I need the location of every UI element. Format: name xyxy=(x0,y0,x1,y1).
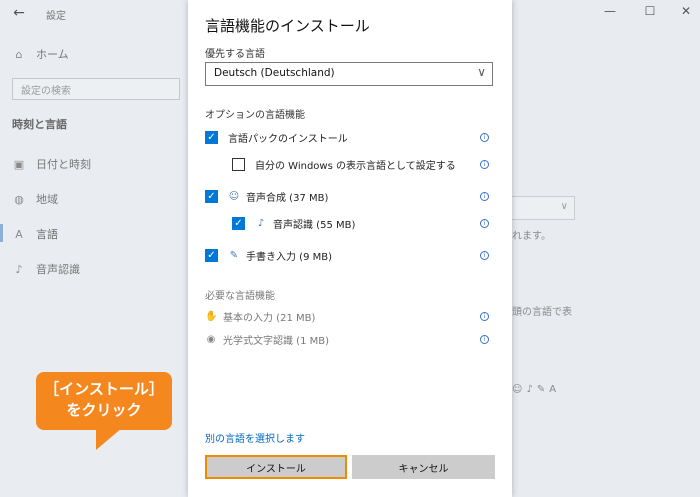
font-icon: A xyxy=(549,384,561,395)
required-label: 光学式文字認識 (1 MB) xyxy=(223,336,330,347)
search-placeholder: 設定の検索 xyxy=(21,86,71,97)
install-button[interactable]: インストール xyxy=(205,455,347,479)
sidebar-item-date-time[interactable]: ▣ 日付と時刻 xyxy=(12,156,91,172)
sidebar-item-label: 言語 xyxy=(36,228,58,241)
option-text-to-speech[interactable]: ✓ ☺ 音声合成 (37 MB) xyxy=(205,189,328,204)
microphone-icon: ♪ xyxy=(257,218,265,229)
checkbox-checked[interactable]: ✓ xyxy=(205,190,218,203)
info-icon[interactable]: i xyxy=(480,160,489,169)
active-indicator xyxy=(0,224,3,242)
option-label: 自分の Windows の表示言語として設定する xyxy=(255,161,456,172)
sidebar-item-region[interactable]: ◍ 地域 xyxy=(12,191,58,207)
sidebar-item-label: 音声認識 xyxy=(36,263,80,276)
option-speech-recognition[interactable]: ✓ ♪ 音声認識 (55 MB) xyxy=(232,216,355,231)
info-icon[interactable]: i xyxy=(480,133,489,142)
handwriting-icon: ✎ xyxy=(536,384,550,395)
background-dropdown[interactable]: ∨ xyxy=(512,196,575,220)
back-arrow-icon[interactable]: ← xyxy=(10,4,28,22)
sidebar-item-label: 日付と時刻 xyxy=(36,158,91,171)
chevron-down-icon: ∨ xyxy=(477,65,486,79)
option-handwriting[interactable]: ✓ ✎ 手書き入力 (9 MB) xyxy=(205,248,332,263)
handwriting-icon: ✎ xyxy=(229,250,239,261)
required-basic-typing: ✋ 基本の入力 (21 MB) xyxy=(205,309,315,324)
calendar-clock-icon: ▣ xyxy=(13,157,25,171)
background-text: 頭の言語で表 xyxy=(512,307,572,318)
sidebar-item-home[interactable]: ⌂ ホーム xyxy=(12,46,69,62)
settings-search-input[interactable]: 設定の検索 xyxy=(12,78,180,100)
required-label: 基本の入力 (21 MB) xyxy=(223,313,316,324)
sidebar-item-language[interactable]: A 言語 xyxy=(12,226,58,242)
checkbox-checked[interactable]: ✓ xyxy=(205,249,218,262)
choose-other-language-link[interactable]: 別の言語を選択します xyxy=(205,430,305,445)
maximize-icon[interactable]: ☐ xyxy=(642,4,658,18)
language-icon: A xyxy=(15,227,23,241)
speech-icon: ☺ xyxy=(228,191,240,202)
info-icon[interactable]: i xyxy=(480,335,489,344)
section-heading: 時刻と言語 xyxy=(12,118,67,131)
option-label: 手書き入力 (9 MB) xyxy=(246,252,333,263)
option-set-display-language[interactable]: 自分の Windows の表示言語として設定する xyxy=(232,157,456,172)
chevron-down-icon: ∨ xyxy=(560,201,568,212)
checkbox-checked[interactable]: ✓ xyxy=(205,131,218,144)
cancel-button[interactable]: キャンセル xyxy=(352,455,495,479)
optional-features-label: オプションの言語機能 xyxy=(205,110,305,121)
selected-language: Deutsch (Deutschland) xyxy=(214,67,335,79)
instruction-callout: ［インストール］ をクリック xyxy=(36,372,172,430)
info-icon[interactable]: i xyxy=(480,219,489,228)
option-label: 言語パックのインストール xyxy=(228,134,348,145)
required-ocr: ◉ 光学式文字認識 (1 MB) xyxy=(205,332,329,347)
option-label: 音声合成 (37 MB) xyxy=(246,193,329,204)
settings-content-area: — ☐ ✕ xyxy=(512,0,700,497)
feature-icons: ☺♪✎A xyxy=(512,384,560,395)
sidebar-item-label: ホーム xyxy=(36,48,69,61)
close-icon[interactable]: ✕ xyxy=(678,4,694,18)
option-language-pack[interactable]: ✓ 言語パックのインストール xyxy=(205,130,348,145)
info-icon[interactable]: i xyxy=(480,251,489,260)
checkbox-unchecked[interactable] xyxy=(232,158,245,171)
required-features-label: 必要な言語機能 xyxy=(205,291,275,302)
preferred-language-select[interactable]: Deutsch (Deutschland) ∨ xyxy=(205,62,493,86)
info-icon[interactable]: i xyxy=(480,312,489,321)
info-icon[interactable]: i xyxy=(480,192,489,201)
microphone-icon: ♪ xyxy=(526,384,537,395)
option-label: 音声認識 (55 MB) xyxy=(273,220,356,231)
home-icon: ⌂ xyxy=(15,47,23,61)
sidebar-item-label: 地域 xyxy=(36,193,58,206)
install-language-features-dialog: 言語機能のインストール 優先する言語 Deutsch (Deutschland)… xyxy=(188,0,512,497)
callout-pointer xyxy=(96,428,122,450)
checkbox-checked[interactable]: ✓ xyxy=(232,217,245,230)
callout-line-1: ［インストール］ xyxy=(44,380,164,398)
minimize-icon[interactable]: — xyxy=(602,4,618,18)
keyboard-icon: ✋ xyxy=(205,311,218,322)
callout-line-2: をクリック xyxy=(66,401,142,419)
microphone-icon: ♪ xyxy=(15,262,23,276)
dialog-title: 言語機能のインストール xyxy=(205,17,370,35)
speech-icon: ☺ xyxy=(512,384,527,395)
globe-icon: ◍ xyxy=(14,192,24,206)
preferred-language-label: 優先する言語 xyxy=(205,49,265,60)
background-text: れます。 xyxy=(512,231,551,242)
ocr-icon: ◉ xyxy=(206,334,216,345)
window-title: 設定 xyxy=(46,11,66,22)
sidebar-item-speech[interactable]: ♪ 音声認識 xyxy=(12,261,80,277)
